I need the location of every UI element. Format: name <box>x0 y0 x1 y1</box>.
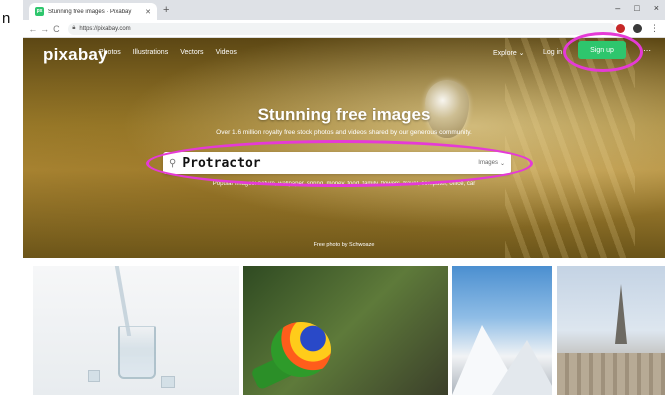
hero-banner: pixabay Photos Illustrations Vectors Vid… <box>23 38 665 258</box>
window-controls: – □ × <box>615 3 659 13</box>
close-window-button[interactable]: × <box>654 3 659 13</box>
ice-cube <box>161 376 175 388</box>
signup-button[interactable]: Sign up <box>578 41 626 59</box>
popular-tags: Popular images: nature, wallpaper, sprin… <box>212 181 476 187</box>
hero-subtitle: Over 1.6 million royalty free stock phot… <box>216 129 472 136</box>
gallery-photo-mountains[interactable] <box>452 266 552 395</box>
browser-window: px Stunning free images · Pixabay ✕ + – … <box>23 0 665 395</box>
gallery-photo-water-glass[interactable] <box>33 266 239 395</box>
search-icon: ⚲ <box>169 157 177 169</box>
url-text: https://pixabay.com <box>79 25 131 32</box>
toolbar-icons: ⋮ <box>616 23 659 34</box>
image-gallery <box>23 266 665 395</box>
hero-title: Stunning free images <box>257 105 431 124</box>
profile-avatar-icon[interactable] <box>633 24 642 33</box>
mountain-peak <box>492 340 552 395</box>
gallery-photo-paris[interactable] <box>557 266 665 395</box>
page-margin: n <box>0 0 23 395</box>
search-box[interactable]: ⚲ Protractor Images ⌄ <box>163 152 511 174</box>
extension-icon[interactable] <box>616 24 625 33</box>
tab-title: Stunning free images · Pixabay <box>48 8 132 15</box>
maximize-button[interactable]: □ <box>634 3 639 13</box>
city-buildings <box>557 353 665 395</box>
margin-glyph: n <box>2 10 11 27</box>
forward-button[interactable]: → <box>39 24 51 34</box>
new-tab-button[interactable]: + <box>163 4 169 16</box>
gallery-photo-parrot[interactable] <box>243 266 448 395</box>
search-type-select[interactable]: Images <box>478 160 498 166</box>
login-link[interactable]: Log in <box>543 49 562 56</box>
explore-menu[interactable]: Explore ⌄ <box>493 49 525 57</box>
nav-link-vectors[interactable]: Vectors <box>180 49 203 56</box>
hero-background-stalks <box>505 38 635 258</box>
nav-link-illustrations[interactable]: Illustrations <box>133 49 168 56</box>
back-button[interactable]: ← <box>27 24 39 34</box>
minimize-button[interactable]: – <box>615 3 620 13</box>
lock-icon: 🔒︎ <box>72 25 76 31</box>
favicon-icon: px <box>35 7 44 16</box>
ice-cube <box>88 370 100 382</box>
address-bar[interactable]: 🔒︎ https://pixabay.com <box>68 22 616 35</box>
browser-menu-icon[interactable]: ⋮ <box>650 23 659 34</box>
search-input[interactable]: Protractor <box>182 156 478 171</box>
tab-close-icon[interactable]: ✕ <box>145 8 151 16</box>
glass <box>118 326 156 379</box>
eiffel-tower <box>615 284 627 344</box>
parrot <box>271 322 331 377</box>
nav-link-videos[interactable]: Videos <box>216 49 237 56</box>
chevron-down-icon[interactable]: ⌄ <box>500 160 505 167</box>
reload-button[interactable]: C <box>50 24 62 34</box>
more-options-icon[interactable]: ⋯ <box>643 46 651 55</box>
browser-tab[interactable]: px Stunning free images · Pixabay ✕ <box>29 3 157 20</box>
nav-link-photos[interactable]: Photos <box>99 49 121 56</box>
site-nav: Photos Illustrations Vectors Videos <box>99 49 237 56</box>
photo-credit[interactable]: Free photo by Schwoaze <box>23 242 665 248</box>
browser-toolbar: ← → C 🔒︎ https://pixabay.com ⋮ <box>23 20 665 38</box>
tab-bar: px Stunning free images · Pixabay ✕ + – … <box>23 0 665 20</box>
site-logo[interactable]: pixabay <box>43 45 108 65</box>
